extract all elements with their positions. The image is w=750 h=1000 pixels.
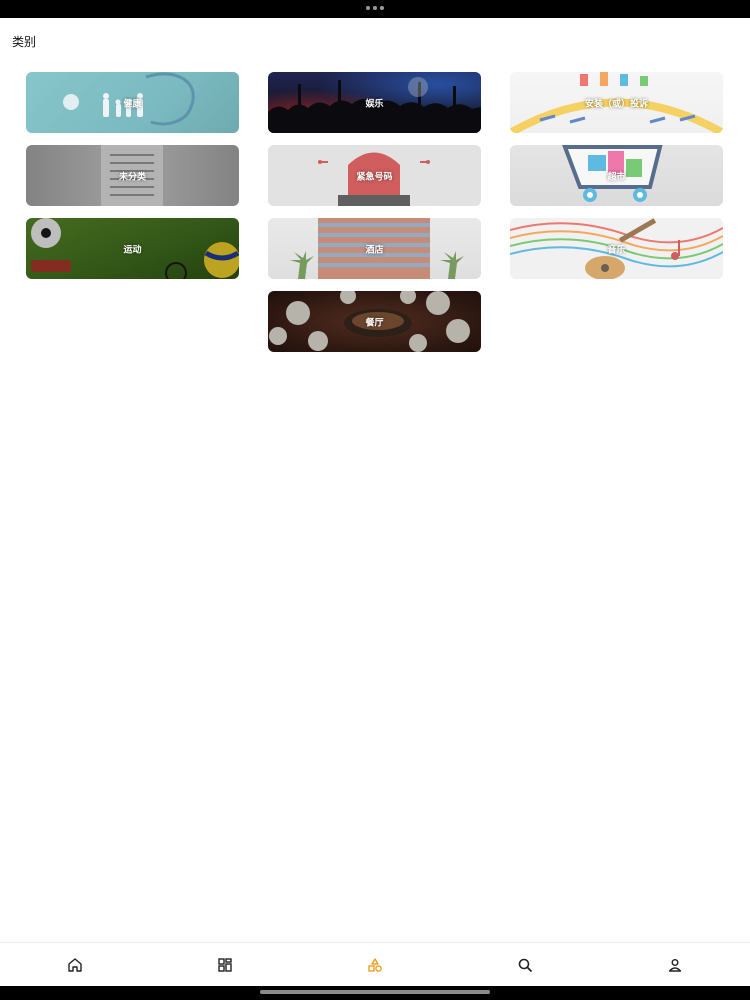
category-label: 健康 <box>123 99 142 109</box>
bottom-navigation <box>0 942 750 986</box>
search-icon <box>518 958 532 972</box>
top-status-bar <box>0 0 750 18</box>
bottom-system-bar <box>0 986 750 1000</box>
category-card-health[interactable]: 健康 <box>26 72 239 133</box>
more-dots-icon[interactable] <box>366 6 384 10</box>
profile-icon <box>668 959 682 972</box>
home-indicator[interactable] <box>260 990 490 994</box>
category-label: 娱乐 <box>365 99 384 109</box>
category-card-emergency-numbers[interactable]: 紧急号码 <box>268 145 481 206</box>
category-card-hotel[interactable]: 酒店 <box>268 218 481 279</box>
category-label: 紧急号码 <box>356 172 393 182</box>
category-label: 酒店 <box>365 245 384 255</box>
category-card-music[interactable]: 音乐 <box>510 218 723 279</box>
nav-home[interactable] <box>65 955 85 975</box>
category-label: 安装（或）投诉 <box>584 99 648 109</box>
nav-categories[interactable] <box>365 955 385 975</box>
category-label: 运动 <box>123 245 142 255</box>
category-label: 餐厅 <box>365 318 384 328</box>
category-card-restaurant[interactable]: 餐厅 <box>268 291 481 352</box>
category-card-entertainment[interactable]: 娱乐 <box>268 72 481 133</box>
page-title: 类别 <box>12 35 37 49</box>
nav-profile[interactable] <box>665 955 685 975</box>
category-card-sports[interactable]: 运动 <box>26 218 239 279</box>
home-icon <box>68 958 82 972</box>
category-card-installation-complaint[interactable]: 安装（或）投诉 <box>510 72 723 133</box>
category-card-uncategorized[interactable]: 未分类 <box>26 145 239 206</box>
category-card-supermarket[interactable]: 超市 <box>510 145 723 206</box>
nav-search[interactable] <box>515 955 535 975</box>
grid-icon <box>218 958 232 972</box>
category-grid: 健康 娱乐 安装（或）投诉 未分类 紧急号码 超市 运动 酒店 音乐 餐厅 <box>26 72 724 352</box>
nav-grid[interactable] <box>215 955 235 975</box>
categories-icon <box>368 958 382 972</box>
category-label: 未分类 <box>118 172 146 182</box>
category-label: 超市 <box>607 172 626 182</box>
category-label: 音乐 <box>607 245 626 255</box>
